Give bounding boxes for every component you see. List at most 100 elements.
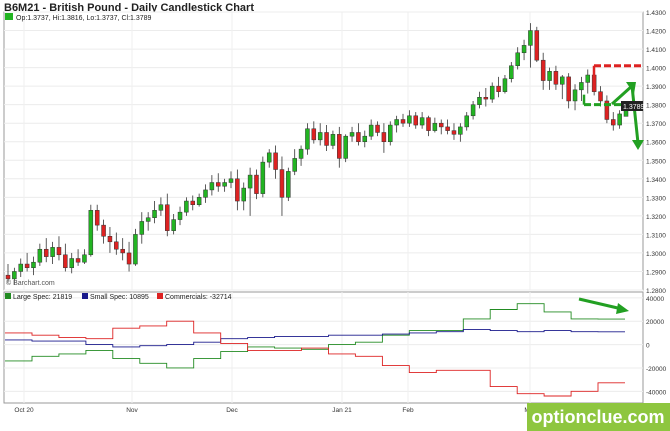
candle-body bbox=[560, 76, 565, 85]
x-tick: Jan 21 bbox=[332, 407, 352, 414]
candle-body bbox=[190, 200, 196, 205]
x-tick: Nov bbox=[126, 407, 138, 414]
price-y-tick: 1.3500 bbox=[646, 158, 666, 165]
candle-body bbox=[477, 97, 482, 105]
candle-body bbox=[152, 210, 157, 218]
candle-body bbox=[18, 263, 23, 272]
candle-body bbox=[107, 236, 113, 243]
cot-y-tick: 0 bbox=[646, 343, 650, 350]
price-y-tick: 1.3900 bbox=[646, 84, 666, 91]
candle-body bbox=[228, 178, 234, 183]
x-tick: Feb bbox=[402, 407, 414, 414]
candle-body bbox=[407, 115, 412, 124]
candle-body bbox=[470, 104, 476, 117]
price-y-tick: 1.4100 bbox=[646, 47, 666, 54]
candle-body bbox=[432, 122, 438, 131]
candle-body bbox=[305, 128, 310, 150]
candle-body bbox=[419, 117, 425, 126]
candle-body bbox=[311, 128, 317, 141]
cot-y-tick: 40000 bbox=[646, 296, 664, 303]
legend-commercials: Commercials: -32714 bbox=[165, 294, 232, 301]
candle-body bbox=[50, 247, 55, 257]
price-y-tick: 1.2800 bbox=[646, 288, 666, 295]
candle-body bbox=[133, 234, 138, 265]
candle-body bbox=[273, 152, 278, 170]
candle-body bbox=[165, 204, 170, 231]
cot-y-tick: -20000 bbox=[646, 366, 667, 373]
cot-y-tick: 20000 bbox=[646, 319, 664, 326]
price-y-tick: 1.4300 bbox=[646, 10, 666, 17]
price-y-tick: 1.3700 bbox=[646, 121, 666, 128]
candle-body bbox=[203, 189, 208, 198]
candle-body bbox=[451, 130, 457, 135]
candle-body bbox=[343, 135, 348, 159]
candle-body bbox=[426, 117, 431, 131]
price-y-tick: 1.3400 bbox=[646, 177, 666, 184]
cot-panel-frame bbox=[3, 291, 644, 404]
candle-body bbox=[215, 182, 221, 187]
candle-body bbox=[330, 134, 336, 146]
candle-body bbox=[209, 182, 215, 191]
candle-body bbox=[75, 258, 81, 263]
candle-body bbox=[534, 30, 540, 61]
candle-body bbox=[445, 126, 450, 131]
candle-body bbox=[43, 248, 49, 257]
candle-body bbox=[114, 241, 119, 250]
candle-body bbox=[489, 85, 495, 100]
candle-body bbox=[547, 71, 552, 81]
candle-body bbox=[349, 132, 355, 137]
candle-body bbox=[82, 254, 87, 263]
candle-body bbox=[247, 174, 253, 189]
candle-body bbox=[5, 274, 11, 280]
candle-body bbox=[362, 135, 368, 142]
price-y-tick: 1.2900 bbox=[646, 269, 666, 276]
price-y-tick: 1.3000 bbox=[646, 251, 666, 258]
price-y-tick: 1.4000 bbox=[646, 66, 666, 73]
candle-body bbox=[235, 178, 240, 202]
candle-body bbox=[388, 124, 393, 142]
candle-body bbox=[572, 89, 578, 102]
price-y-tick: 1.3600 bbox=[646, 140, 666, 147]
candle-body bbox=[279, 169, 285, 198]
candle-body bbox=[521, 45, 527, 54]
chart-canvas: 1.43001.42001.41001.40001.39001.38001.37… bbox=[3, 10, 670, 431]
candle-body bbox=[31, 261, 36, 269]
candle-body bbox=[24, 263, 30, 269]
watermark: © Barchart.com bbox=[6, 279, 55, 287]
candle-body bbox=[317, 132, 323, 141]
candle-body bbox=[356, 132, 361, 142]
cot-legend: Large Spec: 21819 Small Spec: 10895 Comm… bbox=[5, 293, 232, 301]
candle-body bbox=[177, 211, 183, 220]
candle-body bbox=[254, 174, 259, 194]
candle-body bbox=[171, 219, 176, 231]
last-price-label: 1.3789 bbox=[623, 104, 645, 111]
candle-body bbox=[88, 210, 94, 256]
candle-body bbox=[69, 258, 74, 269]
candle-body bbox=[394, 119, 399, 126]
candle-body bbox=[222, 182, 227, 187]
candle-body bbox=[196, 197, 202, 205]
candle-body bbox=[298, 148, 304, 159]
candle-body bbox=[337, 134, 342, 159]
candle-body bbox=[266, 152, 272, 163]
legend-swatch-commercials bbox=[157, 293, 163, 299]
candle-body bbox=[496, 85, 501, 92]
legend-swatch-large-spec bbox=[5, 293, 11, 299]
legend-large-spec: Large Spec: 21819 bbox=[13, 294, 72, 301]
price-y-tick: 1.3200 bbox=[646, 214, 666, 221]
candle-body bbox=[579, 82, 584, 91]
candle-body bbox=[292, 158, 297, 172]
price-panel-frame bbox=[3, 11, 644, 291]
candle-body bbox=[381, 132, 387, 142]
candle-body bbox=[120, 248, 125, 254]
x-tick: Oct 20 bbox=[14, 407, 34, 414]
candle-body bbox=[375, 124, 380, 133]
candle-body bbox=[483, 97, 489, 100]
candle-body bbox=[37, 248, 43, 263]
candle-body bbox=[458, 126, 463, 135]
candle-body bbox=[126, 252, 132, 265]
candle-body bbox=[598, 91, 603, 102]
candle-body bbox=[566, 76, 571, 102]
candle-body bbox=[515, 52, 520, 66]
candle-body bbox=[553, 71, 559, 85]
